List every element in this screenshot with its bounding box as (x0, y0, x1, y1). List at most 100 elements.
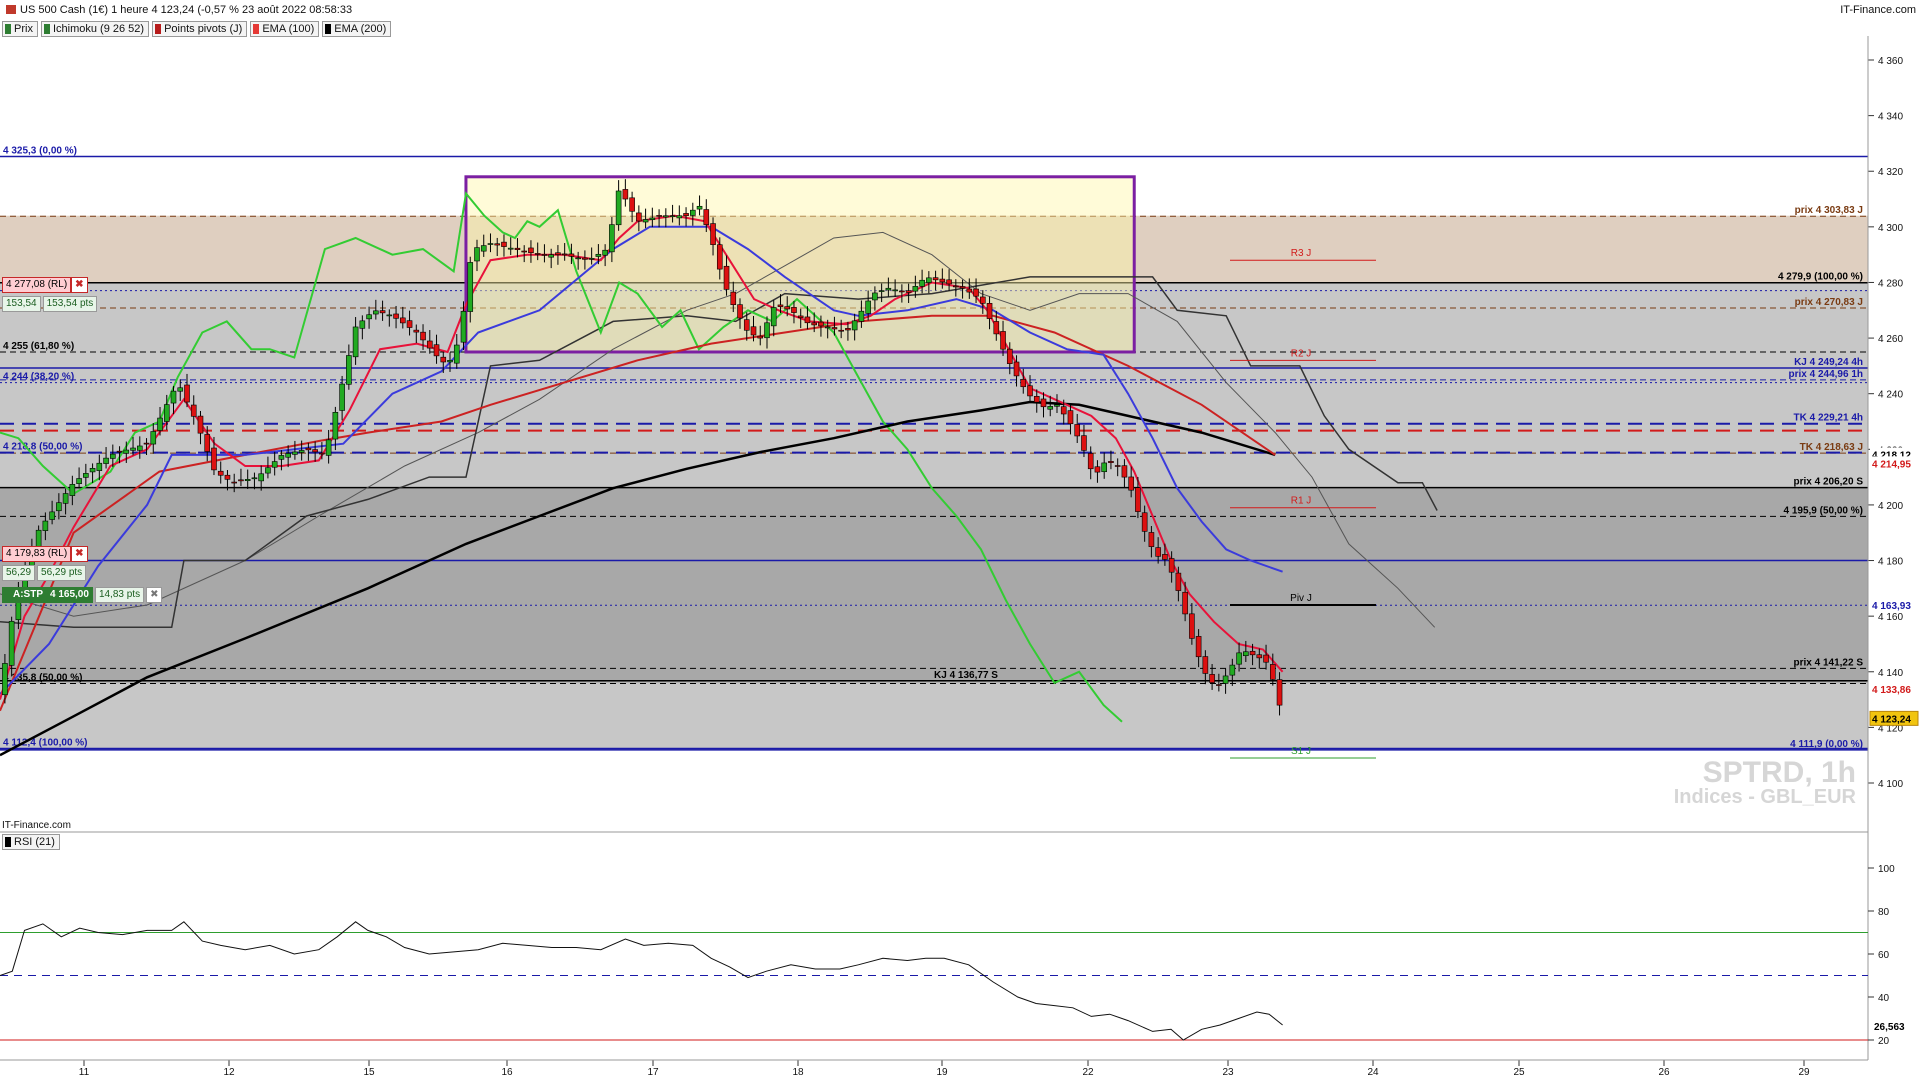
candle-body (1040, 398, 1047, 408)
candle-body (541, 254, 548, 256)
candle-body (710, 223, 716, 245)
candle-body (878, 290, 885, 292)
candle-body (170, 390, 177, 404)
candle-body (1229, 664, 1236, 676)
candle-body (905, 290, 912, 293)
candle-body (440, 356, 447, 363)
price-chart[interactable]: 4 325,3 (0,00 %) prix 4 303,83 J 4 279,9 (… (0, 0, 1920, 1080)
rsi-y-tick-label: 60 (1878, 950, 1890, 961)
candle-body (1081, 435, 1087, 451)
candle-body (1087, 453, 1094, 470)
close-icon[interactable]: ✖ (146, 587, 163, 603)
candle-body (649, 217, 656, 220)
candle-body (892, 289, 898, 292)
price-tag: 4 123,24 (1872, 714, 1911, 725)
rsi-y-tick-label: 80 (1878, 907, 1890, 918)
candle-body (959, 286, 966, 289)
candle-body (743, 319, 750, 331)
candle-body (845, 328, 851, 331)
reference-label: KJ 4 136,77 S (934, 670, 998, 681)
position-rl1[interactable]: 4 277,08 (RL) ✖ (2, 277, 88, 293)
x-tick-label: 24 (1367, 1067, 1379, 1078)
candle-body (703, 209, 710, 225)
candle-body (1006, 348, 1013, 364)
candle-body (1114, 465, 1121, 467)
candle-body (1209, 674, 1215, 683)
candle-body (352, 326, 359, 358)
candle-body (723, 265, 730, 290)
candle-body (453, 344, 460, 364)
candle-body (858, 310, 865, 322)
candle-body (217, 470, 224, 476)
candle-body (629, 197, 635, 212)
candle-body (1101, 462, 1107, 473)
rl2-price: 4 179,83 (RL) (2, 546, 72, 562)
candle-body (298, 450, 305, 453)
position-rl2[interactable]: 4 179,83 (RL) ✖ (2, 546, 88, 562)
reference-label: 4 325,3 (0,00 %) (3, 145, 77, 156)
candle-body (561, 253, 568, 256)
candle-body (784, 306, 791, 310)
candle-body (831, 327, 838, 330)
close-icon[interactable]: ✖ (71, 277, 88, 293)
candle-body (271, 461, 278, 468)
candle-body (278, 455, 285, 460)
reference-label: prix 4 303,83 J (1795, 205, 1863, 216)
x-tick-label: 16 (501, 1067, 513, 1078)
candle-body (393, 313, 399, 319)
rsi-panel: 100 80 60 40 20 26,563 (0, 864, 1918, 1047)
reference-label: 4 279,9 (100,00 %) (1778, 272, 1863, 283)
candle-body (1128, 476, 1134, 491)
candle-body (224, 474, 231, 480)
candle-body (1256, 654, 1263, 659)
candle-body (716, 244, 723, 270)
candle-body (339, 383, 345, 411)
candle-body (1236, 652, 1242, 665)
candle-body (96, 462, 103, 471)
candle-body (359, 320, 366, 329)
candle-body (103, 457, 109, 464)
candle-body (8, 621, 15, 666)
candle-body (494, 243, 501, 246)
rsi-y-tick-label: 40 (1878, 993, 1890, 1004)
candle-body (1074, 424, 1081, 437)
candle-body (184, 384, 190, 403)
position-stop[interactable]: A:STP 4 165,00 14,83 pts ✖ (2, 587, 163, 603)
candle-body (1269, 664, 1276, 680)
candle-body (588, 258, 595, 260)
candle-body (42, 520, 49, 531)
candle-body (1020, 379, 1027, 388)
pivot-label: S1 J (1291, 746, 1311, 757)
candle-body (231, 481, 238, 484)
candle-body (157, 417, 163, 431)
swatch-icon (5, 837, 11, 847)
position-rl1-pts: 153,54 153,54 pts (2, 296, 98, 312)
x-tick-label: 19 (936, 1067, 948, 1078)
candle-body (926, 277, 932, 283)
candle-body (690, 209, 696, 216)
candle-body (62, 493, 69, 504)
x-tick-label: 18 (792, 1067, 804, 1078)
candle-body (460, 311, 467, 343)
candle-body (83, 473, 89, 478)
candle-body (332, 412, 339, 440)
y-tick-label: 4 160 (1878, 612, 1903, 623)
candle-body (865, 300, 871, 314)
candle-body (480, 245, 487, 252)
candle-body (76, 478, 82, 484)
candle-body (986, 303, 993, 319)
close-icon[interactable]: ✖ (71, 546, 88, 562)
candle-body (582, 257, 588, 260)
reference-label: 4 244 (38,20 %) (3, 372, 74, 383)
legend-rsi[interactable]: RSI (21) (2, 834, 60, 850)
candle-body (1182, 591, 1188, 615)
candle-body (1047, 406, 1054, 410)
candle-body (764, 322, 770, 339)
pivot-label: R2 J (1291, 348, 1312, 359)
reference-label: prix 4 141,22 S (1794, 657, 1864, 668)
range-box (464, 175, 1136, 354)
candle-body (730, 291, 737, 306)
y-tick-label: 4 320 (1878, 167, 1903, 178)
candle-body (609, 224, 615, 253)
rsi-current-tag: 26,563 (1874, 1022, 1905, 1033)
